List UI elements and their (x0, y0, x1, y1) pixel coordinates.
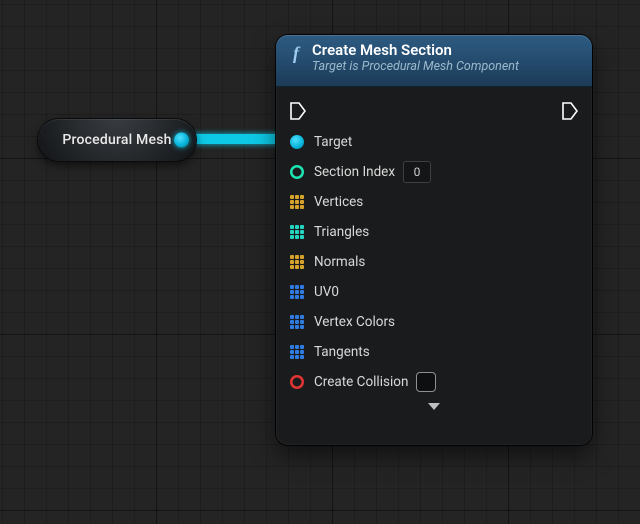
pin-label: Section Index (314, 164, 395, 180)
input-pin-vertex-colors[interactable] (290, 315, 304, 329)
node-body: Target Section Index 0 Vertices Triangle… (276, 87, 592, 419)
output-pin-object[interactable] (174, 133, 189, 148)
pin-label: UV0 (314, 284, 339, 300)
pin-label: Tangents (314, 344, 370, 360)
expand-node-button[interactable] (290, 401, 578, 413)
function-node-create-mesh-section[interactable]: f Create Mesh Section Target is Procedur… (276, 35, 592, 445)
input-pin-create-collision[interactable] (290, 375, 304, 389)
exec-input-pin[interactable] (290, 102, 306, 120)
input-pin-uv0[interactable] (290, 285, 304, 299)
input-pin-section-index[interactable] (290, 165, 304, 179)
function-icon: f (286, 43, 306, 63)
variable-node-procedural-mesh[interactable]: Procedural Mesh (38, 119, 196, 161)
variable-node-label: Procedural Mesh (62, 132, 171, 148)
node-subtitle: Target is Procedural Mesh Component (312, 59, 519, 75)
pin-label: Create Collision (314, 374, 408, 390)
wire (186, 134, 285, 144)
create-collision-checkbox[interactable] (416, 372, 436, 392)
section-index-input[interactable]: 0 (403, 161, 431, 183)
input-pin-triangles[interactable] (290, 225, 304, 239)
pin-label: Target (314, 134, 352, 150)
node-title: Create Mesh Section (312, 41, 519, 59)
node-header[interactable]: f Create Mesh Section Target is Procedur… (276, 35, 592, 87)
input-pin-vertices[interactable] (290, 195, 304, 209)
blueprint-graph-canvas[interactable]: Procedural Mesh f Create Mesh Section Ta… (0, 0, 640, 524)
pin-label: Triangles (314, 224, 369, 240)
pin-label: Vertices (314, 194, 363, 210)
input-pin-tangents[interactable] (290, 345, 304, 359)
exec-output-pin[interactable] (562, 102, 578, 120)
input-pin-target[interactable] (290, 135, 304, 149)
input-pin-normals[interactable] (290, 255, 304, 269)
pin-label: Vertex Colors (314, 314, 395, 330)
pin-label: Normals (314, 254, 365, 270)
